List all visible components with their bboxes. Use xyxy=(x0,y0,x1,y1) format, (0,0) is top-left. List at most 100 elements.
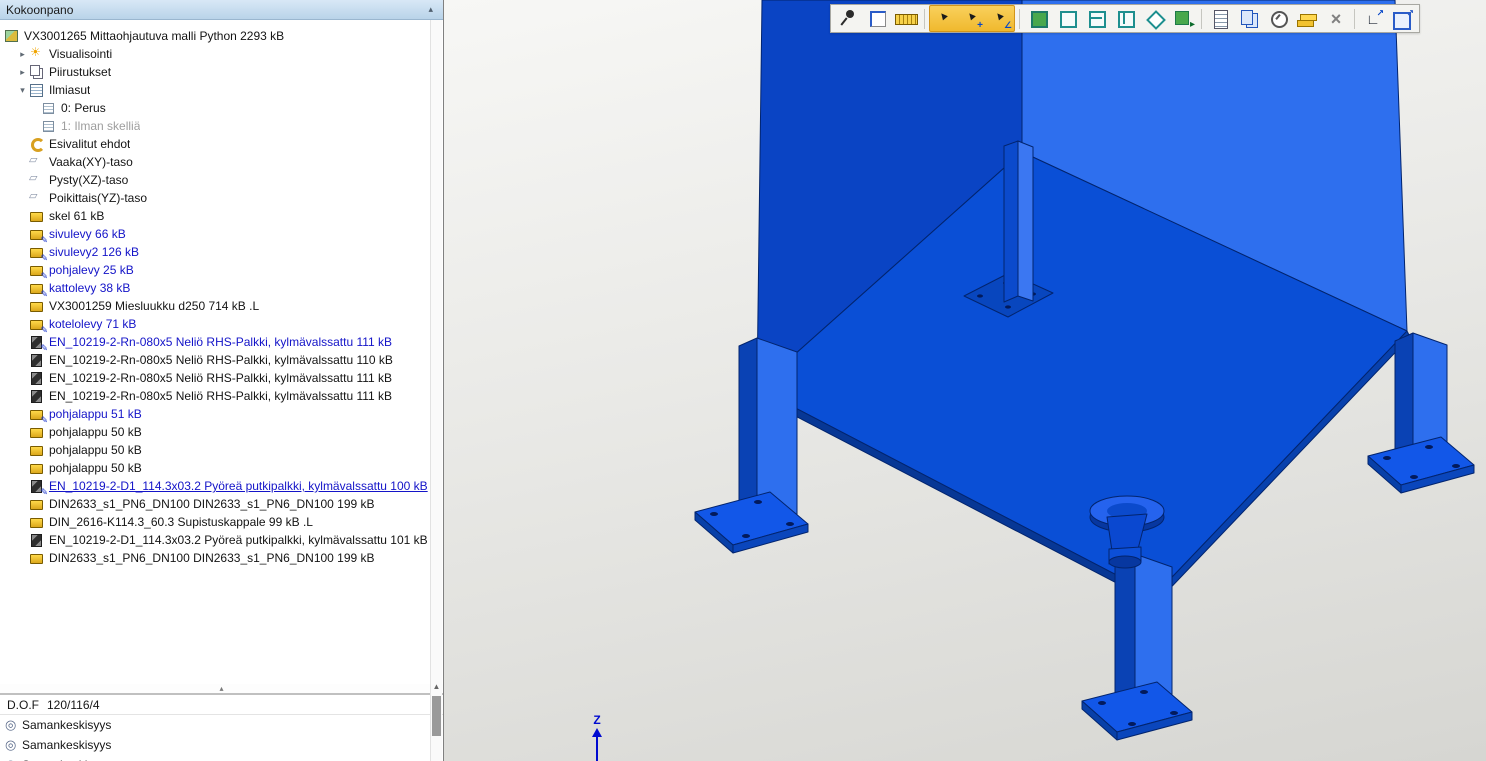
tree-item[interactable]: ▾ Ilmiasut xyxy=(0,81,443,99)
hidden-line-view-icon[interactable] xyxy=(1082,6,1110,31)
constraint-label: Samankeskisyys xyxy=(22,718,111,732)
constraint-row[interactable]: Samankeskisyys xyxy=(0,715,443,735)
part-icon xyxy=(29,443,44,457)
panel-title-bar[interactable]: Kokoonpano ▴ xyxy=(0,0,443,20)
tree-item-label: EN_10219-2-Rn-080x5 Neliö RHS-Palkki, ky… xyxy=(49,371,392,385)
expand-arrow-icon[interactable]: ▸ xyxy=(16,63,29,81)
tree-item[interactable]: pohjalappu 50 kB xyxy=(0,423,443,441)
tree-item[interactable]: EN_10219-2-Rn-080x5 Neliö RHS-Palkki, ky… xyxy=(0,369,443,387)
capture-region-icon[interactable] xyxy=(863,6,891,31)
tree-item-label: EN_10219-2-Rn-080x5 Neliö RHS-Palkki, ky… xyxy=(49,353,393,367)
tree-item[interactable]: pohjalevy 25 kB xyxy=(0,261,443,279)
tree-item[interactable]: ▸Visualisointi xyxy=(0,45,443,63)
tree-item[interactable]: Pysty(XZ)-taso xyxy=(0,171,443,189)
tree-item[interactable]: ▸Piirustukset xyxy=(0,63,443,81)
tree-item[interactable]: Vaaka(XY)-taso xyxy=(0,153,443,171)
snap-angle-icon[interactable] xyxy=(986,6,1014,31)
tree-item[interactable]: VX3001265 Mittaohjautuva malli Python 22… xyxy=(0,27,443,45)
tree-item-label: Ilmiasut xyxy=(49,83,90,97)
tree-item[interactable]: pohjalappu 50 kB xyxy=(0,459,443,477)
tree-item[interactable]: 0: Perus xyxy=(0,99,443,117)
3d-viewport[interactable]: Z xyxy=(444,0,1486,761)
feature-list-icon[interactable] xyxy=(1206,6,1234,31)
tree-item[interactable]: kotelolevy 71 kB xyxy=(0,315,443,333)
scrollbar-thumb[interactable] xyxy=(432,696,441,736)
rotate-view-icon[interactable] xyxy=(1264,6,1292,31)
constraint-row[interactable]: Samankeskisyys xyxy=(0,755,443,761)
isometric-view-icon[interactable] xyxy=(1140,6,1168,31)
bolt-hole xyxy=(977,294,983,297)
listitem-icon xyxy=(41,101,56,115)
tree-item[interactable]: skel 61 kB xyxy=(0,207,443,225)
tree-item[interactable]: DIN2633_s1_PN6_DN100 DIN2633_s1_PN6_DN10… xyxy=(0,495,443,513)
tree-item[interactable]: DIN_2616-K114.3_60.3 Supistuskappale 99 … xyxy=(0,513,443,531)
export-view-icon[interactable] xyxy=(1388,6,1416,31)
tree-item[interactable]: pohjalappu 51 kB xyxy=(0,405,443,423)
bolt-hole xyxy=(1128,722,1136,726)
tree-item[interactable]: sivulevy2 126 kB xyxy=(0,243,443,261)
tree-item-label: VX3001259 Miesluukku d250 714 kB .L xyxy=(49,299,259,313)
tree-item[interactable]: EN_10219-2-Rn-080x5 Neliö RHS-Palkki, ky… xyxy=(0,333,443,351)
part-icon xyxy=(29,245,44,259)
splitter[interactable]: ▴ xyxy=(0,684,443,695)
panel-scrollbar[interactable]: ▲ xyxy=(430,20,442,761)
expand-arrow-icon[interactable]: ▸ xyxy=(16,45,29,63)
tree-item-label: EN_10219-2-D1_114.3x03.2 Pyöreä putkipal… xyxy=(49,533,428,547)
beam-icon xyxy=(29,371,44,385)
shaded-view-icon[interactable] xyxy=(1111,6,1139,31)
constraint-row[interactable]: Samankeskisyys xyxy=(0,735,443,755)
tree-item[interactable]: DIN2633_s1_PN6_DN100 DIN2633_s1_PN6_DN10… xyxy=(0,549,443,567)
assembly-icon xyxy=(4,29,19,43)
z-axis-line xyxy=(596,737,598,761)
tree-item[interactable]: Esivalitut ehdot xyxy=(0,135,443,153)
model-corner-post[interactable] xyxy=(1004,141,1033,302)
tree-item[interactable]: EN_10219-2-Rn-080x5 Neliö RHS-Palkki, ky… xyxy=(0,387,443,405)
delete-icon[interactable] xyxy=(1322,6,1350,31)
panel-collapse-icon[interactable]: ▴ xyxy=(424,4,437,15)
tree-item-label: DIN2633_s1_PN6_DN100 DIN2633_s1_PN6_DN10… xyxy=(49,551,375,565)
collapse-arrow-icon[interactable]: ▾ xyxy=(16,81,29,99)
z-axis-indicator: Z xyxy=(582,713,612,761)
layers-icon[interactable] xyxy=(1293,6,1321,31)
tree-item[interactable]: EN_10219-2-D1_114.3x03.2 Pyöreä putkipal… xyxy=(0,477,443,495)
tree-item[interactable]: kattolevy 38 kB xyxy=(0,279,443,297)
tree-item[interactable]: sivulevy 66 kB xyxy=(0,225,443,243)
ruler-icon[interactable] xyxy=(892,6,920,31)
tree-item[interactable]: 1: Ilman skelliä xyxy=(0,117,443,135)
beam-icon xyxy=(29,533,44,547)
splitter-collapse-icon[interactable]: ▴ xyxy=(219,684,223,693)
tree-item-label: kattolevy 38 kB xyxy=(49,281,130,295)
tree-item[interactable]: pohjalappu 50 kB xyxy=(0,441,443,459)
dof-value: 120/116/4 xyxy=(47,698,100,712)
tree-item[interactable]: EN_10219-2-D1_114.3x03.2 Pyöreä putkipal… xyxy=(0,531,443,549)
viewport-toolbar xyxy=(830,4,1420,33)
toolbar-separator xyxy=(1019,9,1020,29)
tree-item[interactable]: VX3001259 Miesluukku d250 714 kB .L xyxy=(0,297,443,315)
beam-icon xyxy=(29,353,44,367)
assembly-tree[interactable]: VX3001265 Mittaohjautuva malli Python 22… xyxy=(0,20,443,684)
tree-item-label: Pysty(XZ)-taso xyxy=(49,173,128,187)
orient-view-icon[interactable] xyxy=(1169,6,1197,31)
coordinate-axes-icon[interactable] xyxy=(1359,6,1387,31)
pushpin-icon[interactable] xyxy=(834,6,862,31)
tree-item-label: pohjalevy 25 kB xyxy=(49,263,134,277)
bolt-hole xyxy=(1452,464,1460,468)
snap-point-icon[interactable] xyxy=(930,6,958,31)
bolt-hole xyxy=(1005,305,1011,308)
part-icon xyxy=(29,263,44,277)
model-leg-front-left[interactable] xyxy=(695,338,808,553)
model-canvas[interactable] xyxy=(444,0,1486,761)
tree-item[interactable]: EN_10219-2-Rn-080x5 Neliö RHS-Palkki, ky… xyxy=(0,351,443,369)
wireframe-view-icon[interactable] xyxy=(1053,6,1081,31)
solid-fill-view-icon[interactable] xyxy=(1024,6,1052,31)
tree-item-label: Vaaka(XY)-taso xyxy=(49,155,133,169)
part-icon xyxy=(29,461,44,475)
scroll-up-icon[interactable]: ▲ xyxy=(431,682,442,691)
snap-line-icon[interactable] xyxy=(958,6,986,31)
copy-view-icon[interactable] xyxy=(1235,6,1263,31)
tree-item-label: sivulevy 66 kB xyxy=(49,227,126,241)
tree-item[interactable]: Poikittais(YZ)-taso xyxy=(0,189,443,207)
constraint-label: Samankeskisyys xyxy=(22,738,111,752)
tree-item-label: EN_10219-2-Rn-080x5 Neliö RHS-Palkki, ky… xyxy=(49,335,392,349)
constraint-list[interactable]: Samankeskisyys Samankeskisyys Samankeskisy… xyxy=(0,715,443,761)
